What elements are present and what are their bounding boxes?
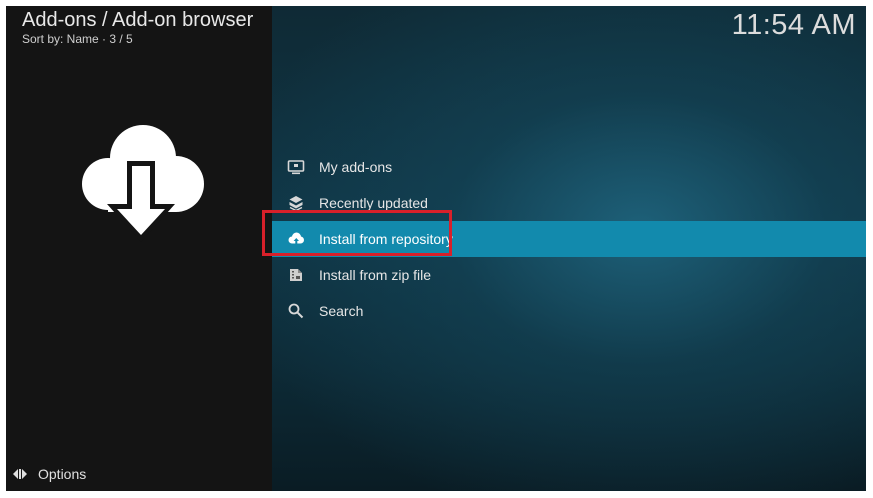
left-panel	[6, 6, 272, 491]
options-icon	[12, 466, 28, 482]
options-label: Options	[38, 466, 87, 482]
monitor-icon	[287, 158, 305, 176]
sort-info: Sort by: Name · 3 / 5	[22, 32, 133, 46]
menu-item-label: Recently updated	[319, 195, 428, 211]
addon-menu: My add-ons Recently updated Install from…	[272, 149, 866, 329]
search-icon	[287, 302, 305, 320]
menu-item-my-addons[interactable]: My add-ons	[272, 149, 866, 185]
menu-item-search[interactable]: Search	[272, 293, 866, 329]
menu-item-install-from-repository[interactable]: Install from repository	[272, 221, 866, 257]
page-title: Add-ons / Add-on browser	[22, 9, 254, 31]
menu-item-recently-updated[interactable]: Recently updated	[272, 185, 866, 221]
menu-item-label: Install from repository	[319, 231, 453, 247]
cloud-upload-icon	[287, 230, 305, 248]
cloud-download-icon	[82, 125, 204, 242]
box-refresh-icon	[287, 194, 305, 212]
menu-item-label: Install from zip file	[319, 267, 432, 283]
menu-item-label: My add-ons	[319, 159, 393, 175]
options-button[interactable]: Options	[12, 464, 86, 484]
zip-file-icon	[287, 266, 305, 284]
menu-item-install-from-zip[interactable]: Install from zip file	[272, 257, 866, 293]
clock: 11:54 AM	[731, 9, 856, 41]
menu-item-label: Search	[319, 303, 364, 319]
kodi-window: Add-ons / Add-on browser Sort by: Name ·…	[6, 6, 866, 491]
